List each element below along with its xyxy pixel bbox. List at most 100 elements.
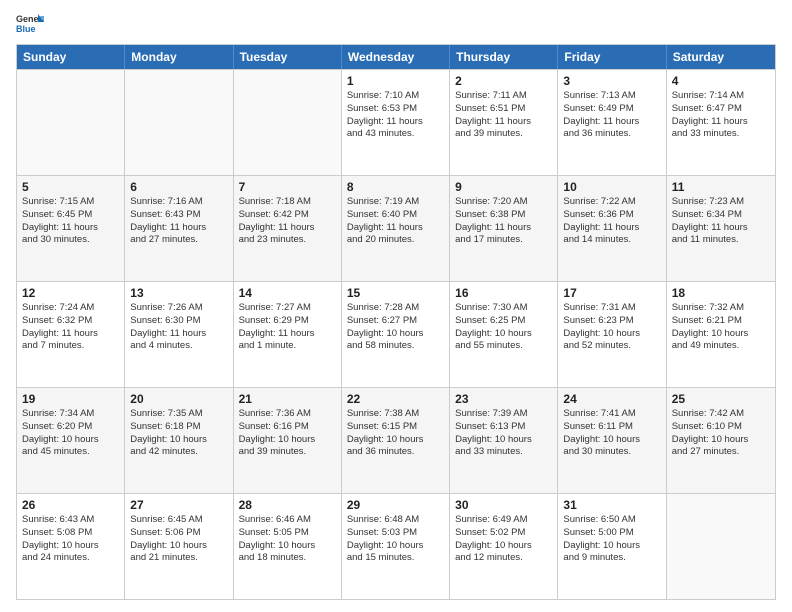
calendar-row: 12 Sunrise: 7:24 AM Sunset: 6:32 PM Dayli… xyxy=(17,281,775,387)
calendar-header-row: SundayMondayTuesdayWednesdayThursdayFrid… xyxy=(17,45,775,69)
calendar-cell: 18Sunrise: 7:32 AM Sunset: 6:21 PM Dayli… xyxy=(667,282,775,387)
logo-icon: General Blue xyxy=(16,12,44,36)
day-number: 17 xyxy=(563,286,660,300)
cell-info: Sunrise: 7:18 AM Sunset: 6:42 PM Dayligh… xyxy=(239,196,336,247)
calendar-cell xyxy=(667,494,775,599)
cell-info: Sunrise: 6:45 AM Sunset: 5:06 PM Dayligh… xyxy=(130,514,227,565)
day-number: 7 xyxy=(239,180,336,194)
calendar-cell: 23 Sunrise: 7:39 AM Sunset: 6:13 PM Dayli… xyxy=(450,388,558,493)
logo: General Blue xyxy=(16,12,48,36)
day-number: 20 xyxy=(130,392,227,406)
calendar-cell: 8 Sunrise: 7:19 AM Sunset: 6:40 PM Daylig… xyxy=(342,176,450,281)
calendar-row: 26 Sunrise: 6:43 AM Sunset: 5:08 PM Dayli… xyxy=(17,493,775,599)
cell-info: Sunrise: 7:15 AM Sunset: 6:45 PM Dayligh… xyxy=(22,196,119,247)
day-number: 6 xyxy=(130,180,227,194)
calendar-cell: 24 Sunrise: 7:41 AM Sunset: 6:11 PM Dayli… xyxy=(558,388,666,493)
day-number: 4 xyxy=(672,74,770,88)
cell-info: Sunrise: 7:41 AM Sunset: 6:11 PM Dayligh… xyxy=(563,408,660,459)
cell-info: Sunrise: 7:30 AM Sunset: 6:25 PM Dayligh… xyxy=(455,302,552,353)
cell-info: Sunrise: 6:50 AM Sunset: 5:00 PM Dayligh… xyxy=(563,514,660,565)
calendar-cell xyxy=(17,70,125,175)
calendar-cell: 6 Sunrise: 7:16 AM Sunset: 6:43 PM Daylig… xyxy=(125,176,233,281)
calendar-cell: 12 Sunrise: 7:24 AM Sunset: 6:32 PM Dayli… xyxy=(17,282,125,387)
day-number: 1 xyxy=(347,74,444,88)
svg-text:Blue: Blue xyxy=(16,24,36,34)
calendar-cell: 1 Sunrise: 7:10 AM Sunset: 6:53 PM Daylig… xyxy=(342,70,450,175)
cell-info: Sunrise: 6:49 AM Sunset: 5:02 PM Dayligh… xyxy=(455,514,552,565)
calendar: SundayMondayTuesdayWednesdayThursdayFrid… xyxy=(16,44,776,600)
cell-info: Sunrise: 7:39 AM Sunset: 6:13 PM Dayligh… xyxy=(455,408,552,459)
day-number: 23 xyxy=(455,392,552,406)
cell-info: Sunrise: 7:16 AM Sunset: 6:43 PM Dayligh… xyxy=(130,196,227,247)
day-number: 10 xyxy=(563,180,660,194)
cell-info: Sunrise: 7:20 AM Sunset: 6:38 PM Dayligh… xyxy=(455,196,552,247)
cell-info: Sunrise: 7:42 AM Sunset: 6:10 PM Dayligh… xyxy=(672,408,770,459)
calendar-cell: 11 Sunrise: 7:23 AM Sunset: 6:34 PM Dayli… xyxy=(667,176,775,281)
day-number: 25 xyxy=(672,392,770,406)
cell-info: Sunrise: 7:27 AM Sunset: 6:29 PM Dayligh… xyxy=(239,302,336,353)
day-number: 16 xyxy=(455,286,552,300)
weekday-header: Thursday xyxy=(450,45,558,69)
cell-info: Sunrise: 7:24 AM Sunset: 6:32 PM Dayligh… xyxy=(22,302,119,353)
calendar-cell: 16 Sunrise: 7:30 AM Sunset: 6:25 PM Dayli… xyxy=(450,282,558,387)
day-number: 3 xyxy=(563,74,660,88)
day-number: 14 xyxy=(239,286,336,300)
weekday-header: Friday xyxy=(558,45,666,69)
calendar-cell: 27 Sunrise: 6:45 AM Sunset: 5:06 PM Dayli… xyxy=(125,494,233,599)
cell-info: Sunrise: 7:35 AM Sunset: 6:18 PM Dayligh… xyxy=(130,408,227,459)
cell-info: Sunrise: 7:22 AM Sunset: 6:36 PM Dayligh… xyxy=(563,196,660,247)
calendar-cell: 20 Sunrise: 7:35 AM Sunset: 6:18 PM Dayli… xyxy=(125,388,233,493)
calendar-cell: 29Sunrise: 6:48 AM Sunset: 5:03 PM Dayli… xyxy=(342,494,450,599)
cell-info: Sunrise: 7:11 AM Sunset: 6:51 PM Dayligh… xyxy=(455,90,552,141)
day-number: 27 xyxy=(130,498,227,512)
calendar-cell: 19 Sunrise: 7:34 AM Sunset: 6:20 PM Dayli… xyxy=(17,388,125,493)
day-number: 31 xyxy=(563,498,660,512)
day-number: 28 xyxy=(239,498,336,512)
weekday-header: Monday xyxy=(125,45,233,69)
cell-info: Sunrise: 7:14 AM Sunset: 6:47 PM Dayligh… xyxy=(672,90,770,141)
page: General Blue SundayMondayTuesdayWednesda… xyxy=(0,0,792,612)
header: General Blue xyxy=(16,12,776,36)
cell-info: Sunrise: 7:36 AM Sunset: 6:16 PM Dayligh… xyxy=(239,408,336,459)
cell-info: Sunrise: 7:34 AM Sunset: 6:20 PM Dayligh… xyxy=(22,408,119,459)
cell-info: Sunrise: 7:38 AM Sunset: 6:15 PM Dayligh… xyxy=(347,408,444,459)
calendar-cell: 30 Sunrise: 6:49 AM Sunset: 5:02 PM Dayli… xyxy=(450,494,558,599)
day-number: 30 xyxy=(455,498,552,512)
calendar-cell: 26 Sunrise: 6:43 AM Sunset: 5:08 PM Dayli… xyxy=(17,494,125,599)
day-number: 2 xyxy=(455,74,552,88)
weekday-header: Wednesday xyxy=(342,45,450,69)
cell-info: Sunrise: 7:28 AM Sunset: 6:27 PM Dayligh… xyxy=(347,302,444,353)
calendar-cell: 25 Sunrise: 7:42 AM Sunset: 6:10 PM Dayli… xyxy=(667,388,775,493)
calendar-cell: 28 Sunrise: 6:46 AM Sunset: 5:05 PM Dayli… xyxy=(234,494,342,599)
day-number: 15 xyxy=(347,286,444,300)
cell-info: Sunrise: 7:31 AM Sunset: 6:23 PM Dayligh… xyxy=(563,302,660,353)
day-number: 26 xyxy=(22,498,119,512)
cell-info: Sunrise: 6:43 AM Sunset: 5:08 PM Dayligh… xyxy=(22,514,119,565)
calendar-row: 5Sunrise: 7:15 AM Sunset: 6:45 PM Daylig… xyxy=(17,175,775,281)
day-number: 8 xyxy=(347,180,444,194)
day-number: 18 xyxy=(672,286,770,300)
day-number: 22 xyxy=(347,392,444,406)
cell-info: Sunrise: 7:10 AM Sunset: 6:53 PM Dayligh… xyxy=(347,90,444,141)
day-number: 12 xyxy=(22,286,119,300)
calendar-cell xyxy=(234,70,342,175)
calendar-cell: 21 Sunrise: 7:36 AM Sunset: 6:16 PM Dayli… xyxy=(234,388,342,493)
cell-info: Sunrise: 6:46 AM Sunset: 5:05 PM Dayligh… xyxy=(239,514,336,565)
day-number: 11 xyxy=(672,180,770,194)
cell-info: Sunrise: 7:26 AM Sunset: 6:30 PM Dayligh… xyxy=(130,302,227,353)
day-number: 21 xyxy=(239,392,336,406)
calendar-body: 1 Sunrise: 7:10 AM Sunset: 6:53 PM Daylig… xyxy=(17,69,775,599)
calendar-cell: 15 Sunrise: 7:28 AM Sunset: 6:27 PM Dayli… xyxy=(342,282,450,387)
calendar-cell: 22 Sunrise: 7:38 AM Sunset: 6:15 PM Dayli… xyxy=(342,388,450,493)
weekday-header: Saturday xyxy=(667,45,775,69)
cell-info: Sunrise: 7:19 AM Sunset: 6:40 PM Dayligh… xyxy=(347,196,444,247)
cell-info: Sunrise: 7:23 AM Sunset: 6:34 PM Dayligh… xyxy=(672,196,770,247)
day-number: 13 xyxy=(130,286,227,300)
calendar-cell: 14 Sunrise: 7:27 AM Sunset: 6:29 PM Dayli… xyxy=(234,282,342,387)
calendar-row: 19 Sunrise: 7:34 AM Sunset: 6:20 PM Dayli… xyxy=(17,387,775,493)
cell-info: Sunrise: 6:48 AM Sunset: 5:03 PM Dayligh… xyxy=(347,514,444,565)
day-number: 19 xyxy=(22,392,119,406)
calendar-cell: 10 Sunrise: 7:22 AM Sunset: 6:36 PM Dayli… xyxy=(558,176,666,281)
cell-info: Sunrise: 7:13 AM Sunset: 6:49 PM Dayligh… xyxy=(563,90,660,141)
day-number: 24 xyxy=(563,392,660,406)
